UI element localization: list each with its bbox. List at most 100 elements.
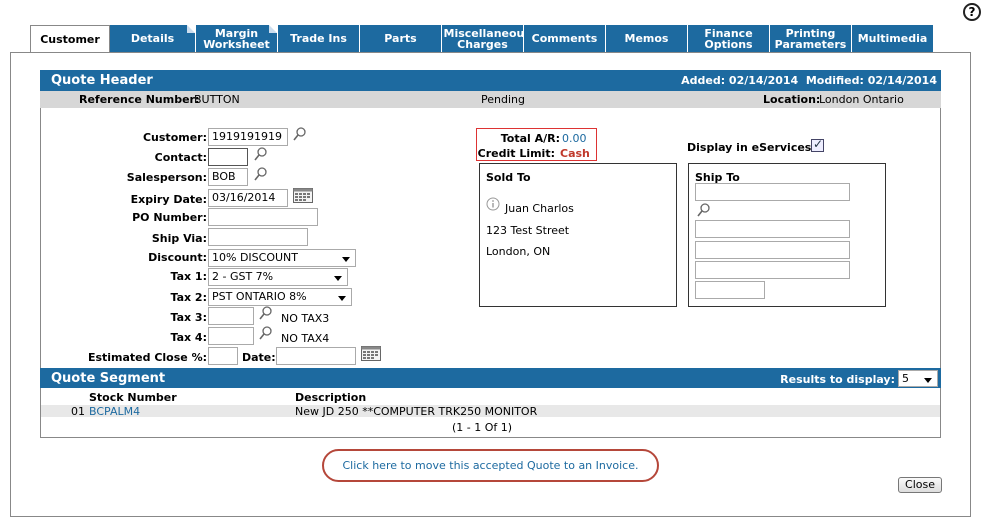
tax2-label: Tax 2: [170, 291, 208, 304]
quote-dates: Added: 02/14/2014 Modified: 02/14/2014 [681, 74, 937, 87]
search-icon[interactable] [253, 146, 269, 162]
pager-text: (1 - 1 Of 1) [452, 421, 513, 434]
ship-to-line5-input[interactable] [695, 281, 765, 299]
expiry-date-input[interactable]: 03/16/2014 [208, 189, 288, 207]
expiry-date-label: Expiry Date: [130, 193, 207, 206]
calendar-icon[interactable] [293, 188, 313, 203]
row-stock-link[interactable]: BCPALM4 [89, 405, 140, 418]
tab-label: Customer [40, 33, 100, 46]
tax1-value: 2 - GST 7% [212, 270, 274, 283]
tax1-label: Tax 1: [170, 270, 208, 283]
calendar-icon[interactable] [361, 346, 381, 361]
date-label: Date: [242, 351, 276, 364]
salesperson-input[interactable]: BOB [208, 168, 248, 186]
ship-to-line1-input[interactable] [695, 183, 850, 201]
modified-date: Modified: 02/14/2014 [805, 74, 937, 87]
po-number-input[interactable] [208, 208, 318, 226]
chevron-down-icon [924, 378, 932, 383]
table-row: 01 BCPALM4 New JD 250 **COMPUTER TRK250 … [41, 405, 940, 418]
tab-finance-options[interactable]: Finance Options [688, 25, 770, 52]
results-label: Results to display: [780, 373, 895, 386]
search-icon[interactable] [258, 325, 274, 341]
search-icon[interactable] [696, 202, 712, 218]
help-circle-icon[interactable]: ? [963, 3, 981, 21]
total-ar-value[interactable]: 0.00 [562, 132, 587, 145]
ship-to-line2-input[interactable] [695, 220, 850, 238]
sold-to-name: Juan Charlos [505, 202, 574, 215]
tab-label: Comments [531, 32, 598, 45]
tab-miscellaneous-charges[interactable]: Miscellaneous Charges [442, 25, 531, 52]
quote-header-title: Quote Header [51, 73, 153, 88]
tab-customer[interactable]: Customer [30, 25, 110, 53]
search-icon[interactable] [292, 126, 308, 142]
tab-label: Multimedia [857, 32, 928, 45]
tax3-description: NO TAX3 [281, 312, 330, 325]
contact-input[interactable] [208, 148, 248, 166]
tab-label: Trade Ins [290, 32, 347, 45]
discount-label: Discount: [148, 251, 207, 264]
account-receivable-box: Total A/R: 0.00 Credit Limit: Cash [476, 128, 597, 161]
sold-to-title: Sold To [486, 171, 531, 184]
added-date: Added: 02/14/2014 [681, 74, 799, 87]
sold-to-street: 123 Test Street [486, 224, 570, 237]
ship-to-line4-input[interactable] [695, 261, 850, 279]
reference-bar: Reference Number: BUTTON Pending Locatio… [40, 91, 941, 108]
close-date-input[interactable] [276, 347, 356, 365]
reference-label: Reference Number: [79, 93, 200, 106]
tab-label: Miscellaneous Charges [443, 26, 531, 51]
sold-to-box: Sold To Juan Charlos 123 Test Street Lon… [479, 163, 677, 307]
eservices-checkbox[interactable] [811, 137, 824, 152]
search-icon[interactable] [253, 166, 269, 182]
results-value: 5 [902, 372, 909, 385]
ship-via-input[interactable] [208, 228, 308, 246]
ship-via-label: Ship Via: [151, 232, 207, 245]
tab-details[interactable]: Details [110, 25, 196, 52]
chevron-down-icon [338, 296, 346, 301]
tax1-select[interactable]: 2 - GST 7% [208, 268, 348, 286]
status-text: Pending [481, 93, 525, 106]
po-number-label: PO Number: [132, 211, 207, 224]
search-icon[interactable] [258, 305, 274, 321]
chevron-down-icon [334, 276, 342, 281]
tab-trade-ins[interactable]: Trade Ins [278, 25, 360, 52]
tax3-input[interactable] [208, 307, 254, 325]
quote-segment-title: Quote Segment [51, 371, 166, 386]
tax3-label: Tax 3: [170, 311, 208, 324]
total-ar-label: Total A/R: [500, 132, 560, 145]
tab-margin-worksheet[interactable]: Margin Worksheet [196, 25, 278, 52]
discount-select[interactable]: 10% DISCOUNT [208, 249, 356, 267]
tab-memos[interactable]: Memos [606, 25, 688, 52]
quote-header-bar: Quote Header Added: 02/14/2014 Modified:… [40, 70, 941, 91]
col-stock-number: Stock Number [89, 391, 177, 404]
tax4-description: NO TAX4 [281, 332, 330, 345]
tab-printing-parameters[interactable]: Printing Parameters [770, 25, 852, 52]
info-icon[interactable] [486, 197, 500, 211]
tab-multimedia[interactable]: Multimedia [852, 25, 934, 52]
tab-comments[interactable]: Comments [524, 25, 606, 52]
customer-input[interactable]: 1919191919 [208, 128, 288, 146]
discount-value: 10% DISCOUNT [212, 251, 298, 264]
tab-label: Memos [624, 32, 669, 45]
move-to-invoice-link[interactable]: Click here to move this accepted Quote t… [322, 449, 659, 482]
eservices-label: Display in eServices: [687, 141, 816, 154]
tab-parts[interactable]: Parts [360, 25, 442, 52]
chevron-down-icon [342, 257, 350, 262]
sold-to-city: London, ON [486, 245, 551, 258]
estimated-close-input[interactable] [208, 347, 238, 365]
customer-label: Customer: [142, 131, 207, 144]
estimated-close-label: Estimated Close %: [87, 351, 207, 364]
ship-to-line3-input[interactable] [695, 241, 850, 259]
row-number: 01 [71, 405, 85, 418]
tab-label: Printing Parameters [774, 26, 847, 51]
tax2-select[interactable]: PST ONTARIO 8% [208, 288, 352, 306]
close-button[interactable]: Close [898, 477, 942, 493]
tab-label: Parts [384, 32, 417, 45]
tab-label: Finance Options [704, 26, 753, 51]
tax4-label: Tax 4: [170, 331, 208, 344]
tax2-value: PST ONTARIO 8% [212, 290, 307, 303]
reference-value: BUTTON [194, 93, 240, 106]
credit-limit-label: Credit Limit: [477, 147, 555, 160]
results-select[interactable]: 5 [898, 370, 938, 387]
tax4-input[interactable] [208, 327, 254, 345]
quote-segment-bar: Quote Segment Results to display: 5 [40, 368, 941, 388]
